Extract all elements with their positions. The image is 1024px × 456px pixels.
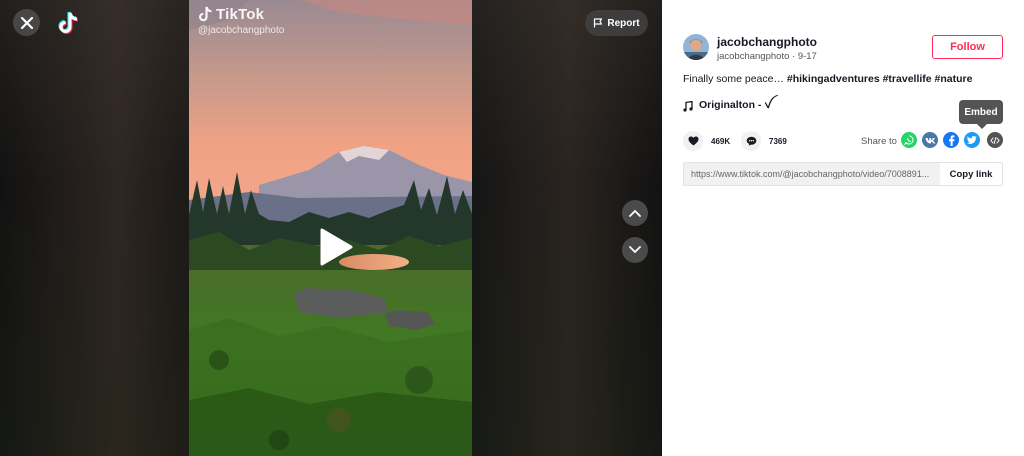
watermark-handle: @jacobchangphoto — [198, 25, 285, 36]
author-username[interactable]: jacobchangphoto — [717, 35, 817, 49]
play-icon[interactable] — [318, 227, 354, 267]
video-watermark: TikTok @jacobchangphoto — [198, 5, 285, 37]
close-icon — [20, 16, 33, 29]
embed-code-icon — [990, 136, 1000, 144]
author-subline: jacobchangphoto · 9-17 — [717, 51, 817, 62]
like-button[interactable] — [683, 131, 703, 151]
follow-button[interactable]: Follow — [932, 35, 1003, 59]
close-button[interactable] — [13, 9, 40, 36]
music-title: Originalton - — [699, 99, 765, 111]
video-stage: TikTok @jacobchangphoto Report — [0, 0, 662, 456]
whatsapp-icon — [904, 135, 914, 145]
video-link-field[interactable]: https://www.tiktok.com/@jacobchangphoto/… — [684, 163, 940, 185]
video-link-box: https://www.tiktok.com/@jacobchangphoto/… — [683, 162, 1003, 186]
hashtag-hikingadventures[interactable]: #hikingadventures — [787, 73, 880, 85]
music-note-icon — [683, 100, 693, 112]
watermark-brand: TikTok — [216, 5, 265, 23]
share-embed-button[interactable] — [987, 132, 1003, 148]
chevron-up-icon — [629, 209, 641, 217]
video-info-panel: jacobchangphoto jacobchangphoto · 9-17 F… — [662, 0, 1024, 456]
comment-icon — [746, 136, 756, 146]
music-suffix: ꪜ — [764, 99, 772, 111]
video-caption: Finally some peace… #hikingadventures #t… — [683, 73, 972, 85]
previous-video-button[interactable] — [622, 200, 648, 226]
music-link[interactable]: Originalton - ꪜ — [683, 95, 772, 117]
author-handle: jacobchangphoto — [717, 51, 790, 62]
share-label: Share to — [861, 136, 897, 147]
tiktok-watermark-icon — [199, 6, 212, 22]
comment-count: 7369 — [769, 136, 787, 146]
tiktok-logo-icon[interactable] — [58, 10, 80, 36]
copy-link-button[interactable]: Copy link — [940, 163, 1002, 185]
report-label: Report — [607, 17, 640, 29]
hashtag-nature[interactable]: #nature — [935, 73, 973, 85]
facebook-icon — [948, 134, 954, 146]
comment-stat: 7369 — [741, 131, 787, 151]
twitter-icon — [967, 136, 977, 144]
embed-tooltip: Embed — [959, 100, 1003, 129]
heart-icon — [688, 136, 698, 146]
share-vk-button[interactable] — [922, 132, 938, 148]
vk-icon — [925, 137, 935, 143]
share-twitter-button[interactable] — [964, 132, 980, 148]
like-stat: 469K — [683, 131, 730, 151]
share-facebook-button[interactable] — [943, 132, 959, 148]
report-button[interactable]: Report — [585, 10, 648, 36]
post-date: 9-17 — [797, 51, 817, 62]
chevron-down-icon — [629, 246, 641, 254]
caption-text: Finally some peace… — [683, 73, 787, 85]
next-video-button[interactable] — [622, 237, 648, 263]
avatar[interactable] — [683, 34, 709, 60]
comment-button[interactable] — [741, 131, 761, 151]
hashtag-travellife[interactable]: #travellife — [883, 73, 932, 85]
flag-icon — [594, 18, 603, 28]
share-whatsapp-button[interactable] — [901, 132, 917, 148]
like-count: 469K — [711, 136, 731, 146]
